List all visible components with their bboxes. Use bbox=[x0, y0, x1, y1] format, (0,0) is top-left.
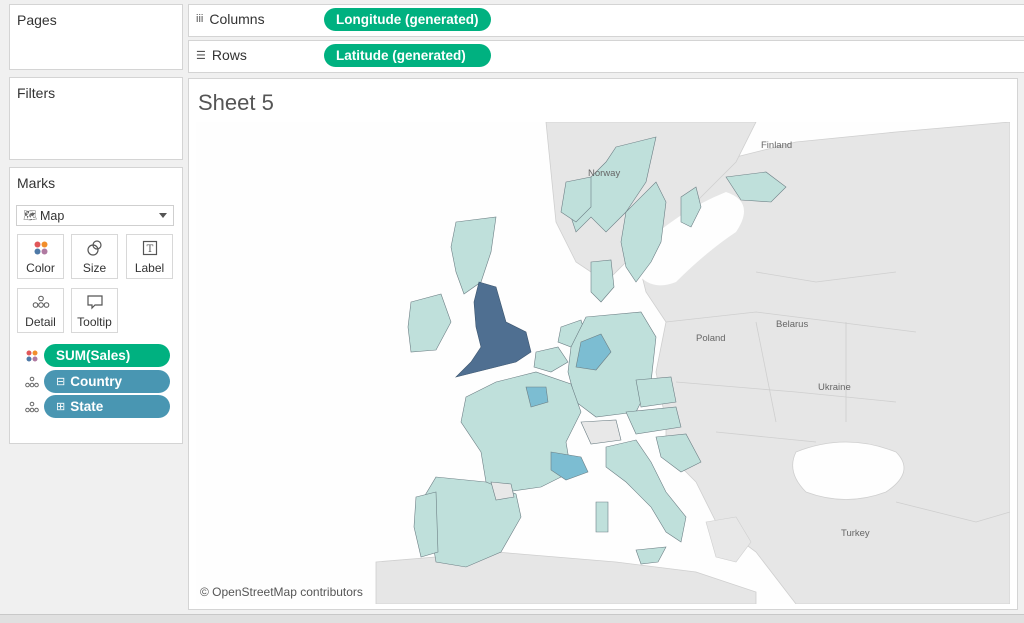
state-pill[interactable]: ⊞ State bbox=[44, 395, 170, 418]
sum-sales-label: SUM(Sales) bbox=[56, 348, 131, 363]
label-icon: T bbox=[142, 237, 158, 259]
tooltip-button[interactable]: Tooltip bbox=[71, 288, 118, 333]
mark-type-dropdown[interactable]: 🗺 Map bbox=[16, 205, 174, 226]
label-button[interactable]: T Label bbox=[126, 234, 173, 279]
country-label-norway: Norway bbox=[588, 168, 620, 179]
czech-region[interactable] bbox=[635, 376, 677, 408]
country-label-turkey: Turkey bbox=[841, 528, 870, 539]
sheet-title: Sheet 5 bbox=[198, 90, 274, 115]
sardinia-region[interactable] bbox=[595, 501, 609, 533]
size-icon bbox=[86, 237, 104, 259]
expand-icon[interactable]: ⊞ bbox=[56, 400, 65, 413]
tooltip-button-label: Tooltip bbox=[77, 315, 112, 329]
mark-type-value: Map bbox=[39, 208, 65, 223]
color-button[interactable]: Color bbox=[17, 234, 64, 279]
longitude-pill[interactable]: Longitude (generated) bbox=[324, 8, 491, 31]
color-button-label: Color bbox=[26, 261, 55, 275]
size-button[interactable]: Size bbox=[71, 234, 118, 279]
detail-button[interactable]: Detail bbox=[17, 288, 64, 333]
color-icon bbox=[33, 237, 49, 259]
rows-shelf[interactable] bbox=[188, 40, 1024, 73]
collapse-icon[interactable]: ⊟ bbox=[56, 375, 65, 388]
color-icon bbox=[25, 349, 39, 363]
country-label-ukraine: Ukraine bbox=[818, 382, 851, 393]
black-sea[interactable] bbox=[792, 441, 905, 500]
columns-icon: iii bbox=[196, 13, 204, 25]
detail-icon bbox=[25, 400, 39, 414]
pages-panel[interactable]: Pages bbox=[9, 4, 183, 70]
detail-icon bbox=[32, 291, 50, 313]
detail-icon bbox=[25, 375, 39, 389]
map-copyright: © OpenStreetMap contributors bbox=[200, 585, 363, 599]
sum-sales-pill[interactable]: SUM(Sales) bbox=[44, 344, 170, 367]
columns-shelf-label: iii Columns bbox=[196, 11, 265, 27]
map-view[interactable]: Finland Norway Poland Belarus Ukraine Tu… bbox=[196, 122, 1010, 604]
country-pill[interactable]: ⊟ Country bbox=[44, 370, 170, 393]
country-label: Country bbox=[70, 374, 122, 389]
tooltip-icon bbox=[86, 291, 104, 313]
size-button-label: Size bbox=[82, 261, 107, 275]
country-label-finland: Finland bbox=[761, 140, 792, 151]
latitude-pill[interactable]: Latitude (generated) bbox=[324, 44, 491, 67]
columns-shelf[interactable] bbox=[188, 4, 1024, 37]
state-label: State bbox=[70, 399, 104, 414]
map-icon: 🗺 bbox=[23, 210, 37, 222]
country-label-belarus: Belarus bbox=[776, 319, 808, 330]
label-button-label: Label bbox=[134, 261, 165, 275]
filters-title: Filters bbox=[17, 85, 56, 101]
map-canvas[interactable]: Finland Norway Poland Belarus Ukraine Tu… bbox=[196, 122, 1010, 604]
country-label-poland: Poland bbox=[696, 333, 726, 344]
svg-text:T: T bbox=[146, 244, 153, 255]
filters-panel[interactable]: Filters bbox=[9, 77, 183, 160]
rows-icon: ☰ bbox=[196, 49, 206, 62]
detail-button-label: Detail bbox=[25, 315, 56, 329]
rows-shelf-label: ☰ Rows bbox=[196, 47, 247, 63]
marks-title: Marks bbox=[17, 175, 56, 191]
chevron-down-icon bbox=[159, 213, 167, 218]
pages-title: Pages bbox=[17, 12, 57, 28]
